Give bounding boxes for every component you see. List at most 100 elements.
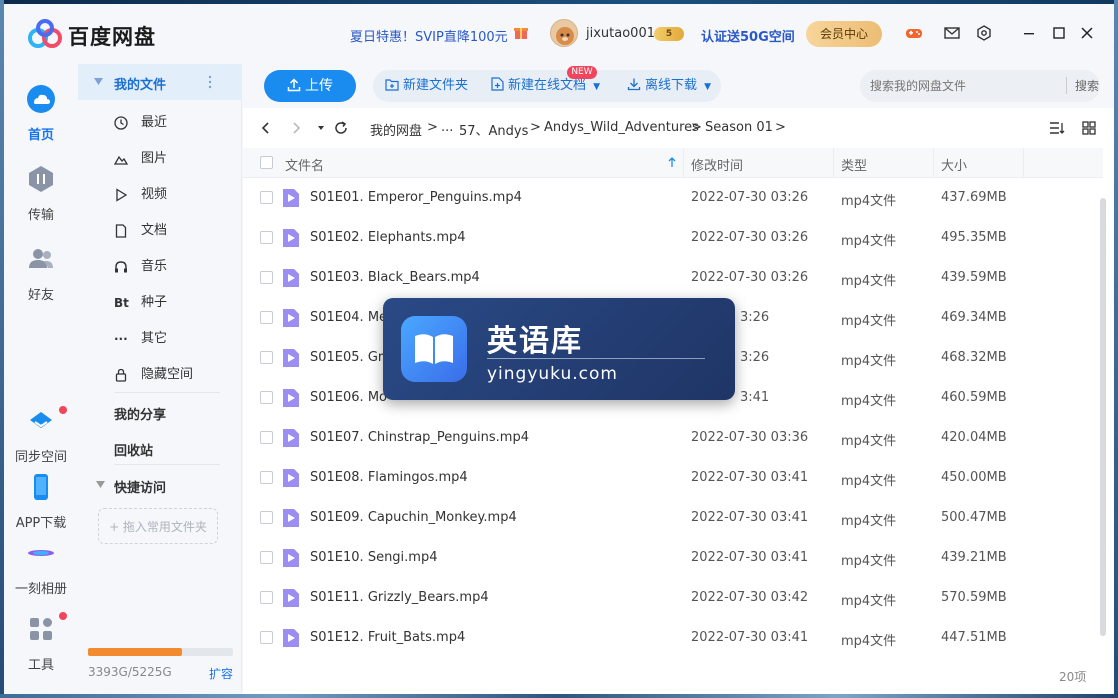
sidebar-item-docs[interactable]: 文档: [78, 213, 242, 249]
video-file-icon: [283, 629, 299, 647]
table-row[interactable]: S01E01. Emperor_Penguins.mp4 2022-07-30 0…: [243, 178, 1103, 218]
my-files-header[interactable]: 我的文件: [78, 64, 242, 100]
file-name[interactable]: S01E11. Grizzly_Bears.mp4: [310, 590, 489, 605]
quick-access-header[interactable]: 快捷访问: [114, 477, 166, 496]
row-checkbox[interactable]: [260, 391, 273, 404]
table-row[interactable]: S01E07. Chinstrap_Penguins.mp4 2022-07-30…: [243, 418, 1103, 458]
row-checkbox[interactable]: [260, 631, 273, 644]
file-name[interactable]: S01E08. Flamingos.mp4: [310, 470, 468, 485]
file-name[interactable]: S01E02. Elephants.mp4: [310, 230, 466, 245]
file-name[interactable]: S01E06. Mo: [310, 390, 387, 405]
file-type: mp4文件: [841, 514, 897, 529]
column-separator: [833, 148, 834, 178]
nav-app-download[interactable]: APP下载: [4, 472, 78, 531]
more-vertical-icon[interactable]: [208, 75, 212, 89]
breadcrumb-root[interactable]: 我的网盘: [370, 120, 422, 139]
file-name[interactable]: S01E01. Emperor_Penguins.mp4: [310, 190, 522, 205]
file-name[interactable]: S01E09. Capuchin_Monkey.mp4: [310, 510, 517, 525]
video-file-icon: [283, 349, 299, 367]
sidebar-item-recent[interactable]: 最近: [78, 105, 242, 141]
column-header-size[interactable]: 大小: [941, 155, 967, 174]
sidebar-item-images[interactable]: 图片: [78, 141, 242, 177]
column-header-type[interactable]: 类型: [841, 155, 867, 174]
minimize-icon[interactable]: [1020, 24, 1038, 42]
my-share-link[interactable]: 我的分享: [114, 404, 166, 423]
sidebar-item-videos[interactable]: 视频: [78, 177, 242, 213]
nav-tools[interactable]: 工具: [4, 612, 78, 673]
clock-icon: [114, 116, 128, 130]
column-header-name[interactable]: 文件名: [285, 155, 324, 174]
search-input[interactable]: [870, 76, 1050, 96]
table-row[interactable]: S01E11. Grizzly_Bears.mp4 2022-07-30 03:4…: [243, 578, 1103, 618]
verify-bonus-link[interactable]: 认证送50G空间: [701, 26, 795, 45]
breadcrumb-item[interactable]: Andys_Wild_Adventures: [544, 120, 699, 135]
row-checkbox[interactable]: [260, 511, 273, 524]
breadcrumb-current[interactable]: Season 01: [705, 120, 773, 135]
file-name[interactable]: S01E10. Sengi.mp4: [310, 550, 438, 565]
sidebar-item-music[interactable]: 音乐: [78, 249, 242, 285]
username[interactable]: jixutao001: [586, 26, 655, 41]
breadcrumb-item[interactable]: 57、Andys: [459, 120, 528, 139]
sidebar-item-torrents[interactable]: Bt 种子: [78, 285, 242, 321]
file-name[interactable]: S01E12. Fruit_Bats.mp4: [310, 630, 465, 645]
sidebar-item-hidden-space[interactable]: 隐藏空间: [78, 357, 242, 393]
breadcrumb-ellipsis[interactable]: ...: [441, 120, 453, 135]
row-checkbox[interactable]: [260, 471, 273, 484]
row-checkbox[interactable]: [260, 231, 273, 244]
file-type: mp4文件: [841, 314, 897, 329]
refresh-icon[interactable]: [333, 120, 349, 136]
select-all-checkbox[interactable]: [260, 156, 273, 169]
nav-friends[interactable]: 好友: [4, 244, 78, 303]
row-checkbox[interactable]: [260, 311, 273, 324]
nav-moment-album[interactable]: 一刻相册: [4, 538, 78, 597]
row-checkbox[interactable]: [260, 551, 273, 564]
file-name[interactable]: S01E05. Gra: [310, 350, 391, 365]
table-row[interactable]: S01E03. Black_Bears.mp4 2022-07-30 03:26 m…: [243, 258, 1103, 298]
quick-access-dropzone[interactable]: + 拖入常用文件夹: [98, 508, 218, 544]
offline-download-button[interactable]: 离线下载 ▼: [627, 70, 711, 102]
table-row[interactable]: S01E08. Flamingos.mp4 2022-07-30 03:41 mp4…: [243, 458, 1103, 498]
column-header-time[interactable]: 修改时间: [691, 155, 743, 174]
nav-transfer[interactable]: 传输: [4, 164, 78, 223]
history-dropdown-icon[interactable]: [313, 120, 329, 136]
gamepad-icon[interactable]: [905, 24, 923, 42]
row-checkbox[interactable]: [260, 591, 273, 604]
close-icon[interactable]: [1078, 24, 1096, 42]
sidebar-item-other[interactable]: ··· 其它: [78, 321, 242, 357]
recycle-bin-link[interactable]: 回收站: [114, 440, 153, 459]
vip-level-badge[interactable]: 5: [654, 27, 684, 41]
table-row[interactable]: S01E02. Elephants.mp4 2022-07-30 03:26 mp4…: [243, 218, 1103, 258]
gift-icon[interactable]: [513, 24, 529, 40]
table-row[interactable]: S01E12. Fruit_Bats.mp4 2022-07-30 03:41 mp…: [243, 618, 1103, 658]
table-row[interactable]: S01E09. Capuchin_Monkey.mp4 2022-07-30 03…: [243, 498, 1103, 538]
new-folder-button[interactable]: 新建文件夹: [385, 70, 468, 102]
back-arrow-icon[interactable]: [258, 120, 274, 136]
scrollbar[interactable]: [1100, 198, 1106, 636]
row-checkbox[interactable]: [260, 431, 273, 444]
file-name[interactable]: S01E03. Black_Bears.mp4: [310, 270, 480, 285]
column-separator: [683, 148, 684, 178]
svip-promo-link[interactable]: 夏日特惠！SVIP直降100元: [350, 26, 508, 45]
path-bar: 我的网盘 > ... 57、Andys > Andys_Wild_Adventu…: [243, 108, 1114, 148]
file-name[interactable]: S01E07. Chinstrap_Penguins.mp4: [310, 430, 529, 445]
avatar[interactable]: [550, 19, 578, 47]
forward-arrow-icon[interactable]: [288, 120, 304, 136]
chevron-down-icon[interactable]: [96, 481, 105, 488]
mail-icon[interactable]: [943, 24, 961, 42]
member-center-button[interactable]: 会员中心: [806, 21, 882, 47]
nav-home[interactable]: 首页: [4, 84, 78, 143]
nav-sync-space[interactable]: 同步空间: [4, 406, 78, 465]
expand-storage-link[interactable]: 扩容: [209, 665, 233, 682]
search-button[interactable]: 搜索: [1066, 77, 1099, 94]
grid-view-icon[interactable]: [1081, 120, 1097, 136]
divider: [114, 392, 220, 393]
upload-button[interactable]: 上传: [264, 70, 356, 102]
row-checkbox[interactable]: [260, 351, 273, 364]
table-row[interactable]: S01E10. Sengi.mp4 2022-07-30 03:41 mp4文件 43…: [243, 538, 1103, 578]
settings-icon[interactable]: [975, 24, 993, 42]
sort-icon[interactable]: [1049, 120, 1065, 136]
row-checkbox[interactable]: [260, 191, 273, 204]
row-checkbox[interactable]: [260, 271, 273, 284]
maximize-icon[interactable]: [1050, 24, 1068, 42]
sort-asc-icon[interactable]: [668, 157, 676, 168]
